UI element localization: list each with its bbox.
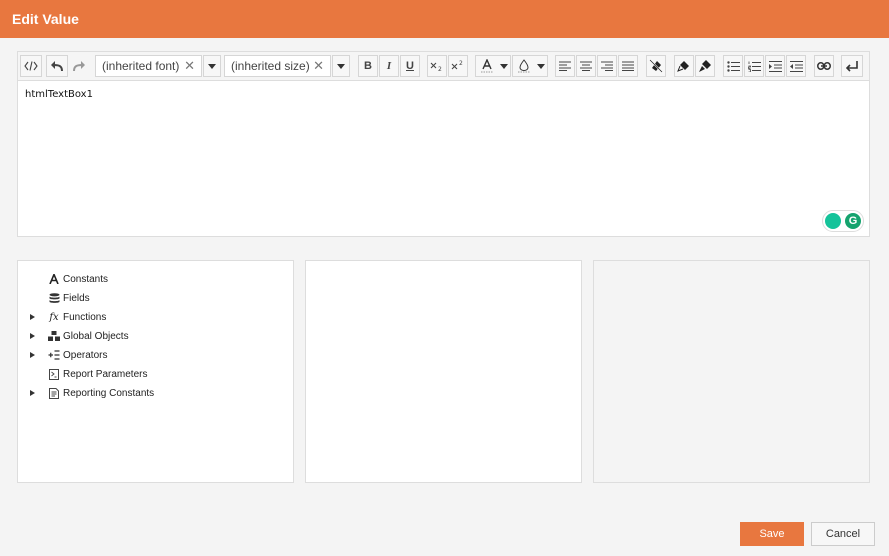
eraser-icon [649,59,663,73]
clean-formatting-button[interactable] [674,55,694,77]
align-center-button[interactable] [576,55,596,77]
insert-link-button[interactable] [814,55,834,77]
link-icon [817,62,831,70]
font-color-icon [481,59,493,73]
reporting-constants-icon [46,386,62,400]
subscript-icon: 2 [430,62,442,72]
tree-item-constants[interactable]: Constants [30,272,108,286]
editor-toolbar: (inherited font) ✕ (inherited size) ✕ B … [18,52,869,81]
align-left-button[interactable] [555,55,575,77]
save-button[interactable]: Save [740,522,804,546]
background-color-button[interactable] [512,55,548,77]
tree-item-label: Reporting Constants [63,387,155,399]
paint-brush-icon [699,60,711,72]
superscript-button[interactable]: 2 [448,55,468,77]
grammarly-widget[interactable]: G [822,210,864,232]
font-size-combo[interactable]: (inherited size) ✕ [224,55,331,77]
outdent-button[interactable] [786,55,806,77]
tree-item-label: Constants [63,273,109,285]
bulleted-list-icon [726,60,740,72]
font-size-value: (inherited size) [231,59,310,73]
bold-button[interactable]: B [358,55,378,77]
font-family-value: (inherited font) [102,59,180,73]
expand-arrow-icon[interactable] [30,390,35,396]
chevron-down-icon [500,63,508,69]
brush-clean-icon [677,61,689,72]
clear-font-icon[interactable]: ✕ [184,58,195,74]
view-html-button[interactable] [20,55,42,77]
font-family-combo[interactable]: (inherited font) ✕ [95,55,202,77]
chevron-down-icon [537,63,545,69]
editor-content[interactable]: htmlTextBox1 [25,89,93,100]
bulleted-list-button[interactable] [723,55,743,77]
chevron-down-icon [337,63,345,69]
clear-size-icon[interactable]: ✕ [313,58,324,74]
redo-icon [73,61,85,72]
clear-formatting-button[interactable] [646,55,666,77]
font-color-button[interactable] [475,55,511,77]
superscript-icon: 2 [451,60,463,70]
font-size-dropdown[interactable] [332,55,350,77]
expand-arrow-icon[interactable] [30,314,35,320]
italic-button[interactable]: I [379,55,399,77]
function-icon: fx [49,311,59,323]
expand-arrow-icon[interactable] [30,352,35,358]
tree-item-label: Functions [63,311,107,323]
html-editor: (inherited font) ✕ (inherited size) ✕ B … [17,51,870,237]
parameters-icon [46,367,62,381]
chevron-down-icon [208,63,216,69]
tree-item-operators[interactable]: Operators [30,348,107,362]
tree-item-report-parameters[interactable]: Report Parameters [30,367,147,381]
justify-button[interactable] [618,55,638,77]
svg-text:2: 2 [459,60,463,67]
tree-item-label: Report Parameters [63,368,148,380]
dialog-title: Edit Value [0,0,889,38]
align-left-icon [559,61,571,71]
cancel-button[interactable]: Cancel [811,522,875,546]
letter-a-icon [46,272,62,286]
description-panel [593,260,870,483]
insert-line-break-button[interactable] [841,55,863,77]
tree-item-functions[interactable]: fx Functions [30,310,106,324]
expand-arrow-icon[interactable] [30,333,35,339]
database-icon [46,291,62,305]
grammarly-icon: G [845,213,861,229]
indent-button[interactable] [765,55,785,77]
lightbulb-icon [825,213,841,229]
justify-icon [622,61,634,71]
outdent-icon [789,60,803,72]
format-painter-button[interactable] [695,55,715,77]
subscript-button[interactable]: 2 [427,55,447,77]
align-center-icon [580,61,592,71]
droplet-icon [518,59,530,73]
align-right-button[interactable] [597,55,617,77]
indent-icon [768,60,782,72]
objects-icon [46,329,62,343]
tree-item-global-objects[interactable]: Global Objects [30,329,129,343]
undo-button[interactable] [46,55,68,77]
redo-button[interactable] [68,55,90,77]
tree-item-label: Fields [63,292,90,304]
svg-text:2: 2 [438,66,442,72]
operators-icon [46,348,62,362]
tree-item-label: Global Objects [63,330,129,342]
numbered-list-button[interactable] [744,55,764,77]
expression-category-tree: Constants Fields fx Functions Global Obj… [17,260,294,483]
tree-item-fields[interactable]: Fields [30,291,90,305]
code-icon [24,61,38,71]
enter-icon [846,60,858,72]
expression-items-panel[interactable] [305,260,582,483]
tree-item-reporting-constants[interactable]: Reporting Constants [30,386,154,400]
tree-item-label: Operators [63,349,108,361]
numbered-list-icon [747,61,761,72]
underline-button[interactable]: U [400,55,420,77]
undo-icon [51,61,63,72]
font-family-dropdown[interactable] [203,55,221,77]
align-right-icon [601,61,613,71]
